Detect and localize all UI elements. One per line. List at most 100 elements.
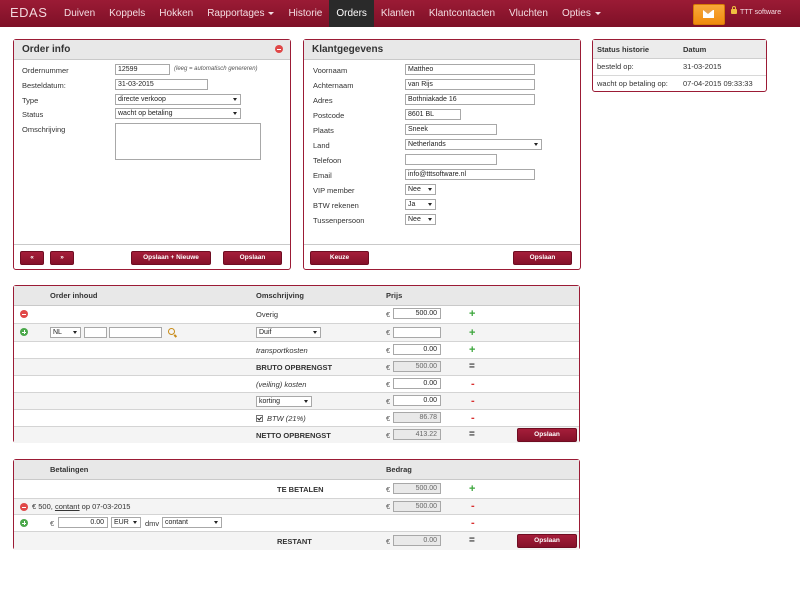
- status-text: wacht op betaling op:: [597, 79, 668, 88]
- prijs-input[interactable]: [393, 327, 441, 338]
- plus-icon[interactable]: +: [469, 309, 475, 320]
- achternaam-input[interactable]: van Rijs: [405, 79, 535, 90]
- postcode-input[interactable]: 8601 BL: [405, 109, 461, 120]
- minus-icon[interactable]: -: [471, 501, 475, 512]
- plaats-input[interactable]: Sneek: [405, 124, 497, 135]
- dropdown-arrow-icon: [534, 143, 538, 146]
- top-navbar: EDAS Duiven Koppels Hokken Rapportages H…: [0, 0, 800, 27]
- nav-item-klanten[interactable]: Klanten: [374, 0, 422, 27]
- nav-item-koppels[interactable]: Koppels: [102, 0, 152, 27]
- euro-sign: €: [386, 414, 391, 423]
- add-row-icon[interactable]: [20, 328, 28, 336]
- email-input[interactable]: info@tttsoftware.nl: [405, 169, 535, 180]
- status-row: besteld op: 31-03-2015: [593, 58, 766, 76]
- vip-label: VIP member: [313, 186, 355, 195]
- plaats-label: Plaats: [313, 126, 334, 135]
- table-row: RESTANT € 0.00 = Opslaan: [14, 531, 579, 550]
- table-row: € 0.00 EUR dmv contant -: [14, 514, 579, 532]
- user-account[interactable]: TTT software: [731, 6, 781, 16]
- besteldatum-input[interactable]: 31-03-2015: [115, 79, 208, 90]
- telefoon-input[interactable]: [405, 154, 497, 165]
- lock-icon: [731, 6, 737, 14]
- btw-rekenen-select[interactable]: Ja: [405, 199, 436, 210]
- payment-amount-input[interactable]: 0.00: [58, 517, 108, 528]
- status-select[interactable]: wacht op betaling: [115, 108, 241, 119]
- nav-item-historie[interactable]: Historie: [281, 0, 329, 27]
- tussenpersoon-select[interactable]: Nee: [405, 214, 436, 225]
- transport-input[interactable]: 0.00: [393, 344, 441, 355]
- restant-label: RESTANT: [277, 537, 312, 546]
- add-payment-icon[interactable]: [20, 519, 28, 527]
- nav-item-hokken[interactable]: Hokken: [152, 0, 200, 27]
- btw-rekenen-label: BTW rekenen: [313, 201, 359, 210]
- korting-select[interactable]: korting: [256, 396, 312, 407]
- payment-method-select[interactable]: contant: [162, 517, 222, 528]
- korting-input[interactable]: 0.00: [393, 395, 441, 406]
- minus-icon[interactable]: -: [471, 379, 475, 390]
- dropdown-arrow-icon: [428, 203, 432, 206]
- minus-icon[interactable]: -: [471, 518, 475, 529]
- col-bedrag: Bedrag: [386, 465, 412, 474]
- minus-icon[interactable]: -: [471, 396, 475, 407]
- equals-icon: =: [469, 429, 475, 440]
- status-historie-panel: Status historie Datum besteld op: 31-03-…: [592, 39, 767, 92]
- table-row: BTW (21%) € 86.78 -: [14, 409, 579, 427]
- status-label: Status: [22, 110, 44, 119]
- save-button[interactable]: Opslaan: [517, 428, 577, 442]
- prev-button[interactable]: «: [20, 251, 44, 265]
- omschrijving-textarea[interactable]: [115, 123, 261, 160]
- adres-input[interactable]: Bothniakade 16: [405, 94, 535, 105]
- nav-item-opties[interactable]: Opties: [555, 0, 608, 27]
- equals-icon: =: [469, 535, 475, 546]
- voornaam-input[interactable]: Mattheo: [405, 64, 535, 75]
- payment-method-link[interactable]: contant: [55, 502, 80, 511]
- dropdown-arrow-icon: [133, 521, 137, 524]
- dropdown-arrow-icon: [233, 112, 237, 115]
- vip-select[interactable]: Nee: [405, 184, 436, 195]
- achternaam-label: Achternaam: [313, 81, 354, 90]
- adres-label: Adres: [313, 96, 333, 105]
- keuze-button[interactable]: Keuze: [310, 251, 369, 265]
- col-order-inhoud: Order inhoud: [50, 291, 98, 300]
- ordernummer-input[interactable]: 12599: [115, 64, 170, 75]
- panel-footer: [14, 244, 290, 245]
- save-button[interactable]: Opslaan: [513, 251, 572, 265]
- type-select[interactable]: directe verkoop: [115, 94, 241, 105]
- prijs-input[interactable]: 500.00: [393, 308, 441, 319]
- veiling-label: (veiling) kosten: [256, 380, 307, 389]
- close-icon[interactable]: [275, 45, 283, 53]
- col-datum: Datum: [683, 45, 707, 54]
- dropdown-arrow-icon: [428, 218, 432, 221]
- nav-item-orders[interactable]: Orders: [329, 0, 374, 27]
- next-button[interactable]: »: [50, 251, 74, 265]
- currency-select[interactable]: EUR: [111, 517, 141, 528]
- plus-icon[interactable]: +: [469, 345, 475, 356]
- nav-item-vluchten[interactable]: Vluchten: [502, 0, 555, 27]
- restant-value: 0.00: [393, 535, 441, 546]
- plus-icon[interactable]: +: [469, 484, 475, 495]
- remove-payment-icon[interactable]: [20, 503, 28, 511]
- nav-item-rapportages[interactable]: Rapportages: [200, 0, 281, 27]
- save-button[interactable]: Opslaan: [517, 534, 577, 548]
- panel-title: Klantgegevens: [312, 44, 384, 55]
- remove-row-icon[interactable]: [20, 310, 28, 318]
- country-select[interactable]: NL: [50, 327, 81, 338]
- save-new-button[interactable]: Opslaan + Nieuwe: [131, 251, 211, 265]
- btw-checkbox[interactable]: [256, 415, 263, 422]
- ring-code-input[interactable]: [84, 327, 107, 338]
- bruto-value: 500.00: [393, 361, 441, 372]
- brand-logo[interactable]: EDAS: [10, 5, 47, 20]
- dropdown-arrow-icon: [73, 331, 77, 334]
- mail-button[interactable]: [693, 4, 725, 25]
- plus-icon[interactable]: +: [469, 328, 475, 339]
- land-select[interactable]: Netherlands: [405, 139, 542, 150]
- product-select[interactable]: Duif: [256, 327, 321, 338]
- euro-sign: €: [386, 346, 391, 355]
- veiling-input[interactable]: 0.00: [393, 378, 441, 389]
- minus-icon[interactable]: -: [471, 413, 475, 424]
- save-button[interactable]: Opslaan: [223, 251, 282, 265]
- nav-item-klantcontacten[interactable]: Klantcontacten: [422, 0, 502, 27]
- nav-item-duiven[interactable]: Duiven: [57, 0, 102, 27]
- ring-number-input[interactable]: [109, 327, 162, 338]
- search-icon[interactable]: [168, 328, 175, 335]
